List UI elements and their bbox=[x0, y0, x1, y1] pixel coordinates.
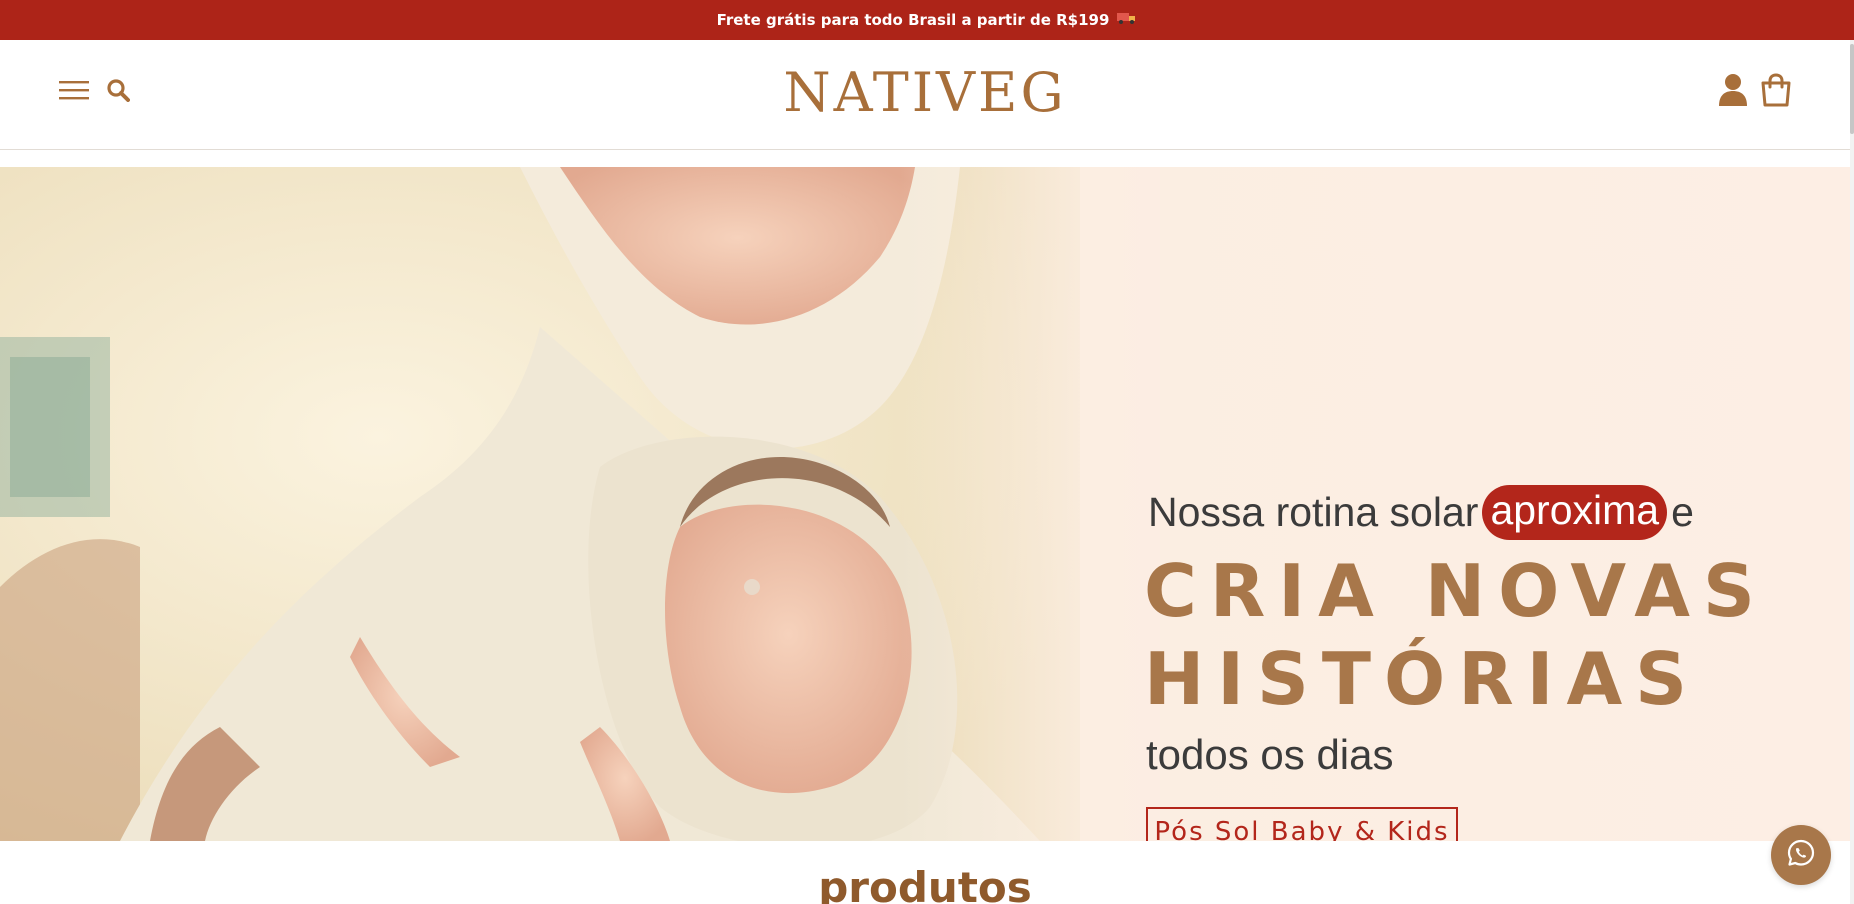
hero-cta-button[interactable]: Pós Sol Baby & Kids bbox=[1146, 807, 1458, 841]
hero-subtitle: todos os dias bbox=[1146, 731, 1394, 778]
hero-tagline-start: Nossa rotina solar bbox=[1148, 488, 1479, 535]
hero-tagline: Nossa rotina solar aproxima e bbox=[1148, 479, 1694, 545]
hero-tagline-end: e bbox=[1671, 488, 1694, 535]
truck-icon bbox=[1117, 11, 1137, 29]
whatsapp-icon bbox=[1787, 839, 1815, 871]
user-icon[interactable] bbox=[1716, 72, 1750, 108]
cart-icon[interactable] bbox=[1758, 72, 1794, 108]
announcement-bar: Frete grátis para todo Brasil a partir d… bbox=[0, 0, 1854, 40]
hero-banner[interactable]: Nossa rotina solar aproxima e CRIA NOVAS… bbox=[0, 167, 1850, 841]
page-scrollbar[interactable] bbox=[1850, 40, 1854, 904]
announcement-text: Frete grátis para todo Brasil a partir d… bbox=[716, 11, 1110, 29]
whatsapp-button[interactable] bbox=[1771, 825, 1831, 885]
scrollbar-thumb[interactable] bbox=[1850, 44, 1854, 134]
menu-icon[interactable] bbox=[58, 76, 90, 104]
logo[interactable]: NATIVEG bbox=[783, 61, 1066, 124]
site-header: NATIVEG bbox=[0, 40, 1850, 150]
hero-title: CRIA NOVAS HISTÓRIAS bbox=[1144, 547, 1834, 723]
hero-title-line2: HISTÓRIAS bbox=[1144, 637, 1701, 721]
products-section-title: produtos bbox=[818, 863, 1032, 904]
hero-tagline-highlight: aproxima bbox=[1482, 484, 1668, 540]
hero-title-line1: CRIA NOVAS bbox=[1144, 549, 1768, 633]
search-icon[interactable] bbox=[104, 76, 132, 104]
hero-fade-overlay bbox=[900, 167, 1160, 841]
